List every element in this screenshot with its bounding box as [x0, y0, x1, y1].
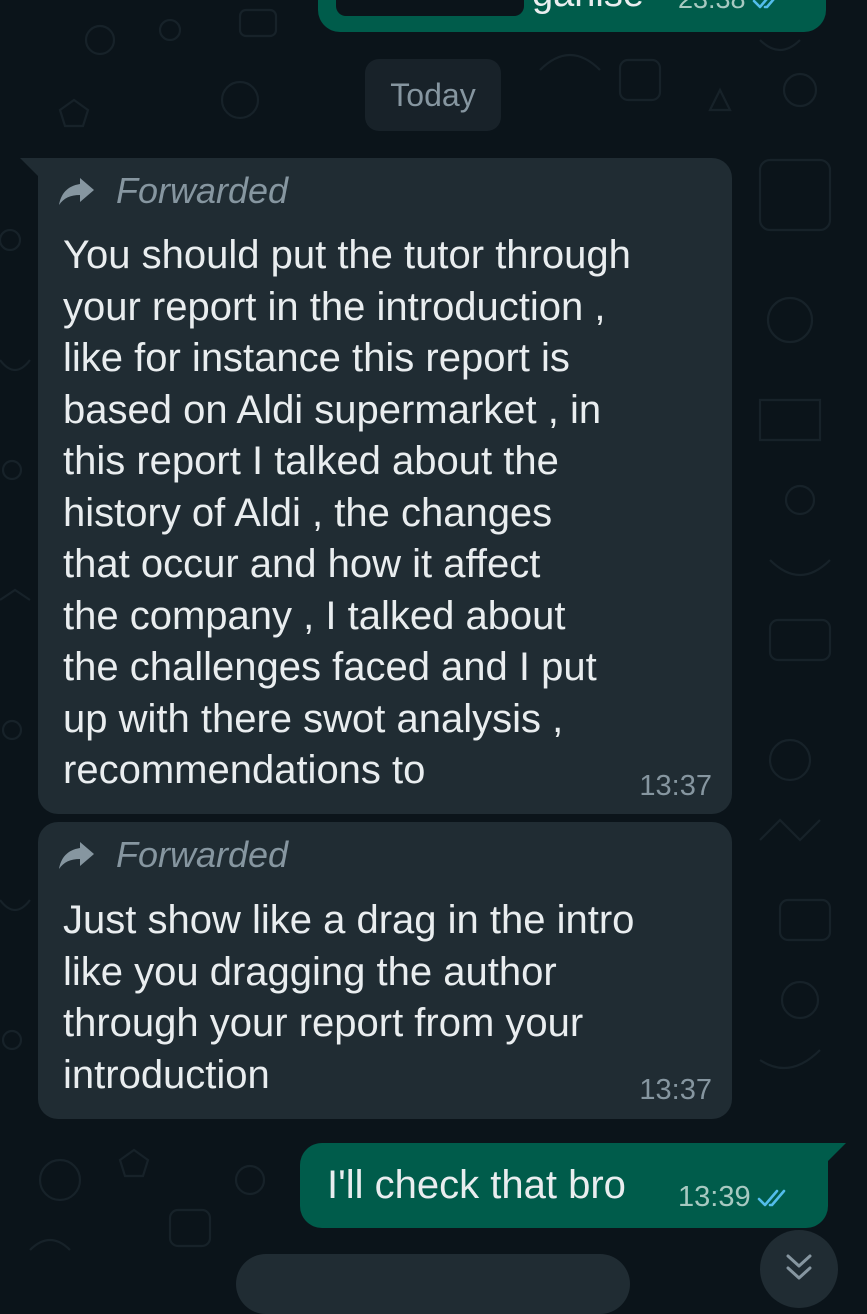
- message-line: this report I talked about the: [63, 439, 559, 483]
- incoming-message-bubble[interactable]: Forwarded You should put the tutor throu…: [38, 158, 732, 814]
- date-separator: Today: [365, 59, 501, 131]
- chat-area[interactable]: ganise 23:38 Today Forwarded You should …: [0, 0, 867, 1314]
- message-meta: 13:39: [678, 1181, 791, 1214]
- forwarded-indicator: Forwarded: [58, 170, 288, 212]
- message-line: up with there swot analysis ,: [63, 696, 564, 741]
- double-check-icon: [757, 1189, 785, 1206]
- message-text: I'll check that bro: [327, 1163, 626, 1207]
- message-text: You should put the tutor through your rep…: [63, 230, 713, 797]
- date-label: Today: [390, 76, 476, 113]
- message-line: the challenges faced and I put: [63, 645, 597, 689]
- scroll-to-bottom-button[interactable]: [760, 1230, 838, 1308]
- message-line: that occur and how it affect: [63, 542, 541, 586]
- message-line: the company , I talked about: [63, 593, 566, 638]
- outgoing-message-bubble-partial[interactable]: ganise 23:38: [318, 0, 826, 32]
- incoming-message-bubble-partial[interactable]: [236, 1254, 630, 1314]
- message-line: recommendations to: [63, 748, 426, 792]
- message-line: You should put the tutor through: [63, 233, 631, 277]
- message-line: Just show like a drag in the intro: [63, 898, 635, 942]
- bubble-tail: [826, 1143, 846, 1163]
- forward-arrow-icon: [59, 842, 94, 869]
- message-time: 13:37: [639, 770, 712, 802]
- message-line: introduction: [63, 1052, 270, 1097]
- message-meta: 23:38: [678, 0, 786, 15]
- bubble-tail: [20, 158, 40, 178]
- message-line: history of Aldi , the changes: [63, 490, 553, 535]
- message-line: your report in the introduction ,: [63, 284, 606, 329]
- outgoing-message-bubble[interactable]: I'll check that bro 13:39: [300, 1143, 828, 1228]
- message-text: Just show like a drag in the intro like y…: [63, 895, 713, 1101]
- message-line: like for instance this report is: [63, 336, 570, 380]
- double-chevron-down-icon: [786, 1254, 812, 1280]
- forward-arrow-icon: [59, 178, 94, 205]
- message-time: 13:37: [639, 1074, 712, 1106]
- message-line: through your report from your: [63, 1001, 584, 1045]
- message-time: 23:38: [678, 0, 746, 15]
- forwarded-indicator: Forwarded: [58, 834, 288, 876]
- forwarded-label: Forwarded: [116, 170, 289, 211]
- message-partial-text: ganise: [532, 0, 644, 14]
- message-line: based on Aldi supermarket , in: [63, 387, 602, 432]
- message-line: like you dragging the author: [63, 949, 557, 994]
- redacted-content: [336, 0, 524, 16]
- incoming-message-bubble[interactable]: Forwarded Just show like a drag in the i…: [38, 822, 732, 1119]
- forwarded-label: Forwarded: [116, 834, 289, 875]
- double-check-icon: [752, 0, 774, 8]
- message-time: 13:39: [678, 1181, 751, 1213]
